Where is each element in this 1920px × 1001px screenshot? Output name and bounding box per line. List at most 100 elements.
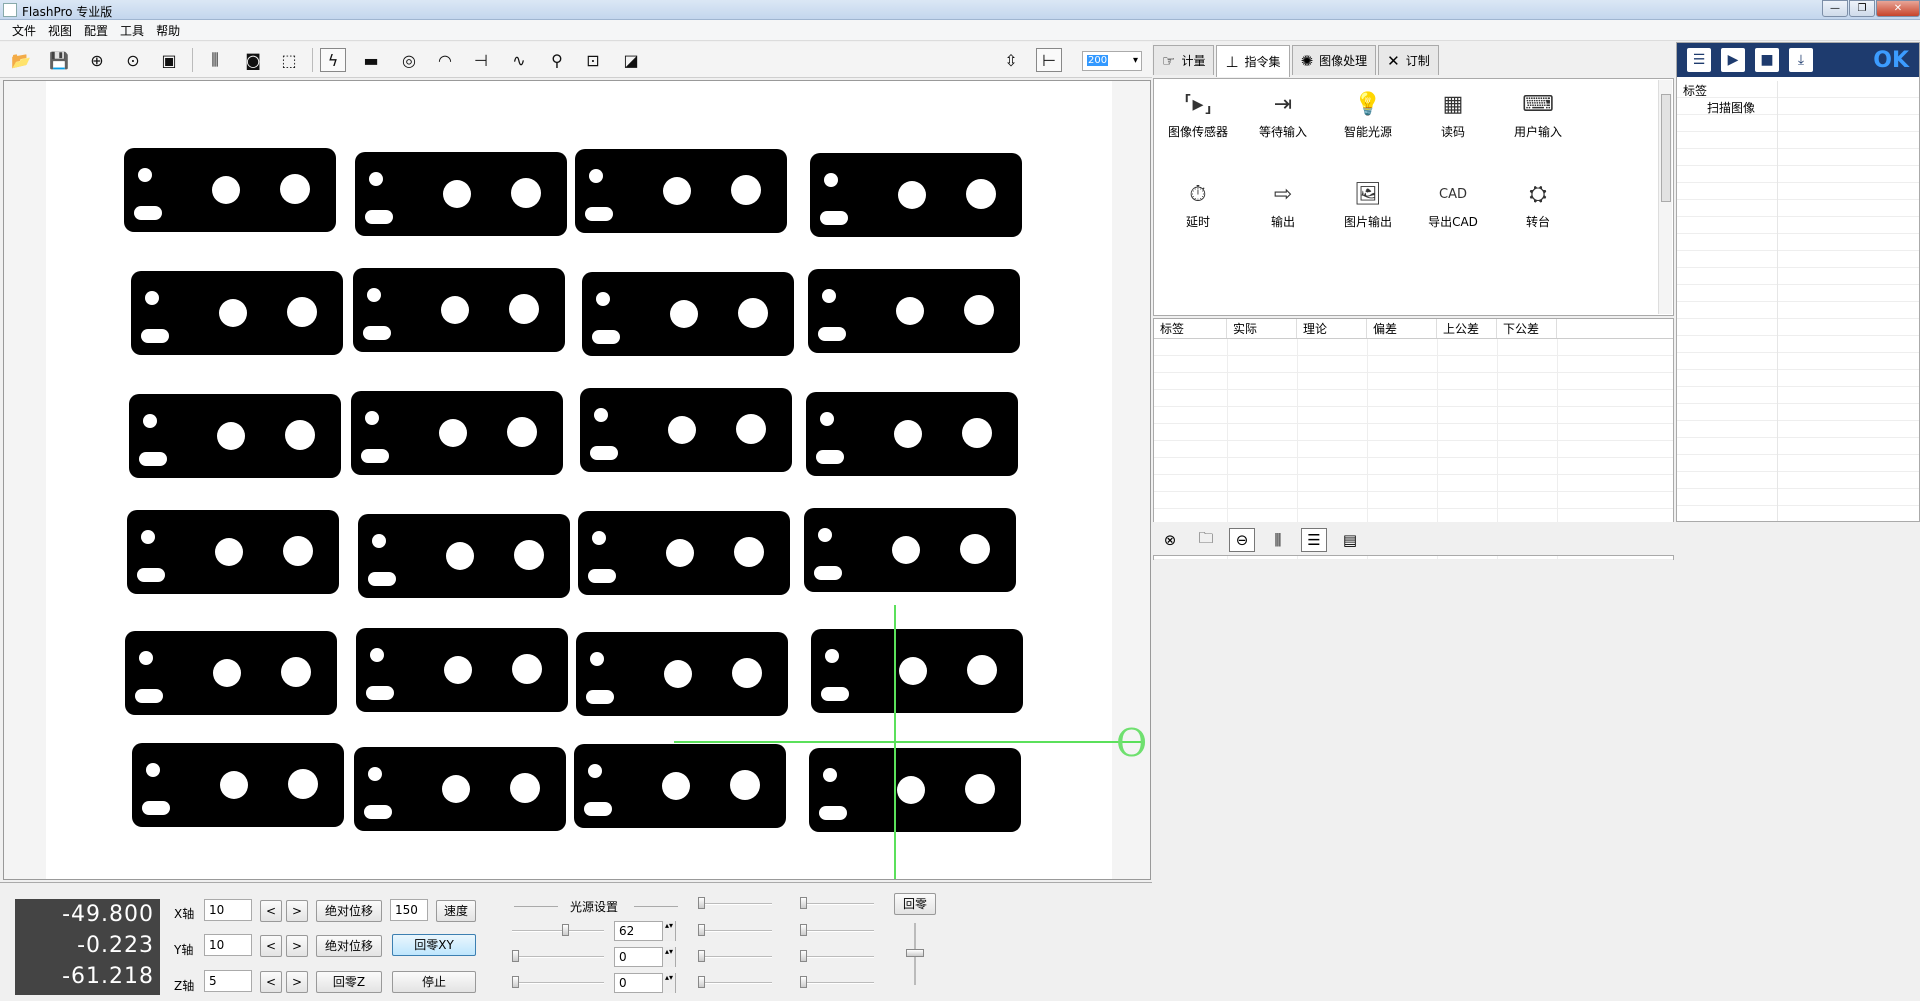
command-scrollbar[interactable]	[1658, 80, 1672, 314]
zoom-view-icon[interactable]: ⊖	[1229, 528, 1255, 552]
stop-icon[interactable]: ■	[1755, 48, 1779, 72]
zoom-fit-icon[interactable]: ⊙	[120, 48, 146, 72]
col-theory[interactable]: 理论	[1297, 319, 1367, 338]
z-vertical-slider[interactable]	[906, 949, 924, 957]
probe-tool-icon[interactable]: ⚲	[544, 48, 570, 72]
minimize-button[interactable]: —	[1822, 0, 1848, 17]
light-slider-11[interactable]	[800, 976, 807, 988]
workpiece	[574, 744, 786, 828]
cmd-smart-light[interactable]: 💡 智能光源	[1328, 87, 1408, 140]
cmd-output[interactable]: ⇨ 输出	[1243, 177, 1323, 230]
program-item-scan[interactable]: 扫描图像	[1707, 99, 1755, 116]
light-slider-3[interactable]	[512, 976, 519, 988]
light-slider-4[interactable]	[698, 897, 705, 909]
hatch-tool-icon[interactable]: ◪	[618, 48, 644, 72]
y-step-input[interactable]: 10	[204, 934, 252, 956]
light-slider-10[interactable]	[800, 950, 807, 962]
home-xy-button[interactable]: 回零XY	[392, 934, 476, 956]
cmd-user-input[interactable]: ⌨ 用户输入	[1498, 87, 1578, 140]
col-tag[interactable]: 标签	[1154, 319, 1227, 338]
cad-folder-icon[interactable]: 🗀	[1193, 528, 1219, 552]
zoom-select[interactable]: 200	[1082, 51, 1142, 71]
menu-list-icon[interactable]: ☰	[1687, 48, 1711, 72]
x-prev-button[interactable]: <	[260, 900, 282, 922]
line-tool-icon[interactable]: ▬	[358, 48, 384, 72]
cmd-image-sensor[interactable]: ⸢▸⸥ 图像传感器	[1158, 87, 1238, 140]
download-icon[interactable]: ⤓	[1789, 48, 1813, 72]
cmd-turntable[interactable]: ⛭ 转台	[1498, 177, 1578, 230]
col-upper-tol[interactable]: 上公差	[1437, 319, 1497, 338]
z-step-input[interactable]: 5	[204, 970, 252, 992]
light-home-button[interactable]: 回零	[894, 893, 936, 915]
cmd-read-code[interactable]: ▦ 读码	[1413, 87, 1493, 140]
light-value-2[interactable]: 0	[614, 947, 676, 967]
sliders-icon[interactable]: ⫼	[1265, 528, 1291, 552]
speed-input[interactable]: 150	[390, 899, 428, 921]
y-next-button[interactable]: >	[286, 935, 308, 957]
lightning-icon[interactable]: ϟ	[320, 48, 346, 72]
save-icon[interactable]: 💾	[46, 48, 72, 72]
menu-tools[interactable]: 工具	[114, 20, 150, 40]
split-vertical-icon[interactable]: ⇳	[998, 48, 1024, 72]
camera-image-view[interactable]: O	[3, 80, 1151, 880]
play-icon[interactable]: ▶	[1721, 48, 1745, 72]
workpiece	[351, 391, 563, 475]
rect-roi-icon[interactable]: ⬚	[276, 48, 302, 72]
open-folder-icon[interactable]: 📂	[8, 48, 34, 72]
menu-config[interactable]: 配置	[78, 20, 114, 40]
maximize-button[interactable]: ❐	[1849, 0, 1875, 17]
tab-custom[interactable]: ✕ 订制	[1378, 45, 1439, 75]
menu-help[interactable]: 帮助	[150, 20, 186, 40]
z-next-button[interactable]: >	[286, 971, 308, 993]
align-tool-icon[interactable]: ⊢	[1036, 48, 1062, 72]
curve-tool-icon[interactable]: ∿	[506, 48, 532, 72]
list-view-icon[interactable]: ☰	[1301, 528, 1327, 552]
y-abs-move-button[interactable]: 绝对位移	[316, 935, 382, 957]
close-circle-icon[interactable]: ⊗	[1157, 528, 1183, 552]
col-actual[interactable]: 实际	[1227, 319, 1297, 338]
excel-export-icon[interactable]: ▤	[1337, 528, 1363, 552]
tab-instructions[interactable]: ⊥ 指令集	[1216, 45, 1290, 77]
concentric-circle-icon[interactable]: ◎	[396, 48, 422, 72]
cmd-export-cad[interactable]: CAD 导出CAD	[1413, 177, 1493, 230]
home-z-button[interactable]: 回零Z	[316, 971, 382, 993]
circle-roi-icon[interactable]: ◙	[240, 48, 266, 72]
z-prev-button[interactable]: <	[260, 971, 282, 993]
readout-y: -0.223	[77, 933, 154, 958]
light-slider-7[interactable]	[698, 976, 705, 988]
tab-measure[interactable]: ☞ 计量	[1153, 45, 1215, 75]
y-prev-button[interactable]: <	[260, 935, 282, 957]
light-slider-6[interactable]	[698, 950, 705, 962]
adjust-sliders-icon[interactable]: ⫼	[202, 48, 228, 72]
cmd-picture-output[interactable]: 🖼 图片输出	[1328, 177, 1408, 230]
workpiece	[578, 511, 790, 595]
fullscreen-icon[interactable]: ▣	[156, 48, 182, 72]
col-lower-tol[interactable]: 下公差	[1497, 319, 1557, 338]
light-slider-9[interactable]	[800, 924, 807, 936]
cad-icon: CAD	[1439, 187, 1467, 202]
light-slider-8[interactable]	[800, 897, 807, 909]
point-tool-icon[interactable]: ⊣	[468, 48, 494, 72]
light-value-3[interactable]: 0	[614, 973, 676, 993]
light-value-1[interactable]: 62	[614, 921, 676, 941]
light-slider-2[interactable]	[512, 950, 519, 962]
cmd-delay[interactable]: ⏱ 延时	[1158, 177, 1238, 230]
cmd-wait-input[interactable]: ⇥ 等待输入	[1243, 87, 1323, 140]
x-step-input[interactable]: 10	[204, 899, 252, 921]
stop-button[interactable]: 停止	[392, 971, 476, 993]
zoom-100-icon[interactable]: ⊕	[84, 48, 110, 72]
tools-icon: ✕	[1387, 51, 1400, 70]
menu-file[interactable]: 文件	[6, 20, 42, 40]
light-slider-1[interactable]	[562, 924, 569, 936]
x-next-button[interactable]: >	[286, 900, 308, 922]
frame-tool-icon[interactable]: ⊡	[580, 48, 606, 72]
run-toolbar: ☰ ▶ ■ ⤓ OK	[1677, 43, 1919, 77]
x-abs-move-button[interactable]: 绝对位移	[316, 900, 382, 922]
arc-tool-icon[interactable]: ◠	[432, 48, 458, 72]
light-slider-5[interactable]	[698, 924, 705, 936]
close-button[interactable]: ✕	[1876, 0, 1920, 17]
tab-image-processing[interactable]: ✺ 图像处理	[1291, 45, 1377, 75]
speed-button[interactable]: 速度	[436, 900, 476, 922]
col-deviation[interactable]: 偏差	[1367, 319, 1437, 338]
menu-view[interactable]: 视图	[42, 20, 78, 40]
